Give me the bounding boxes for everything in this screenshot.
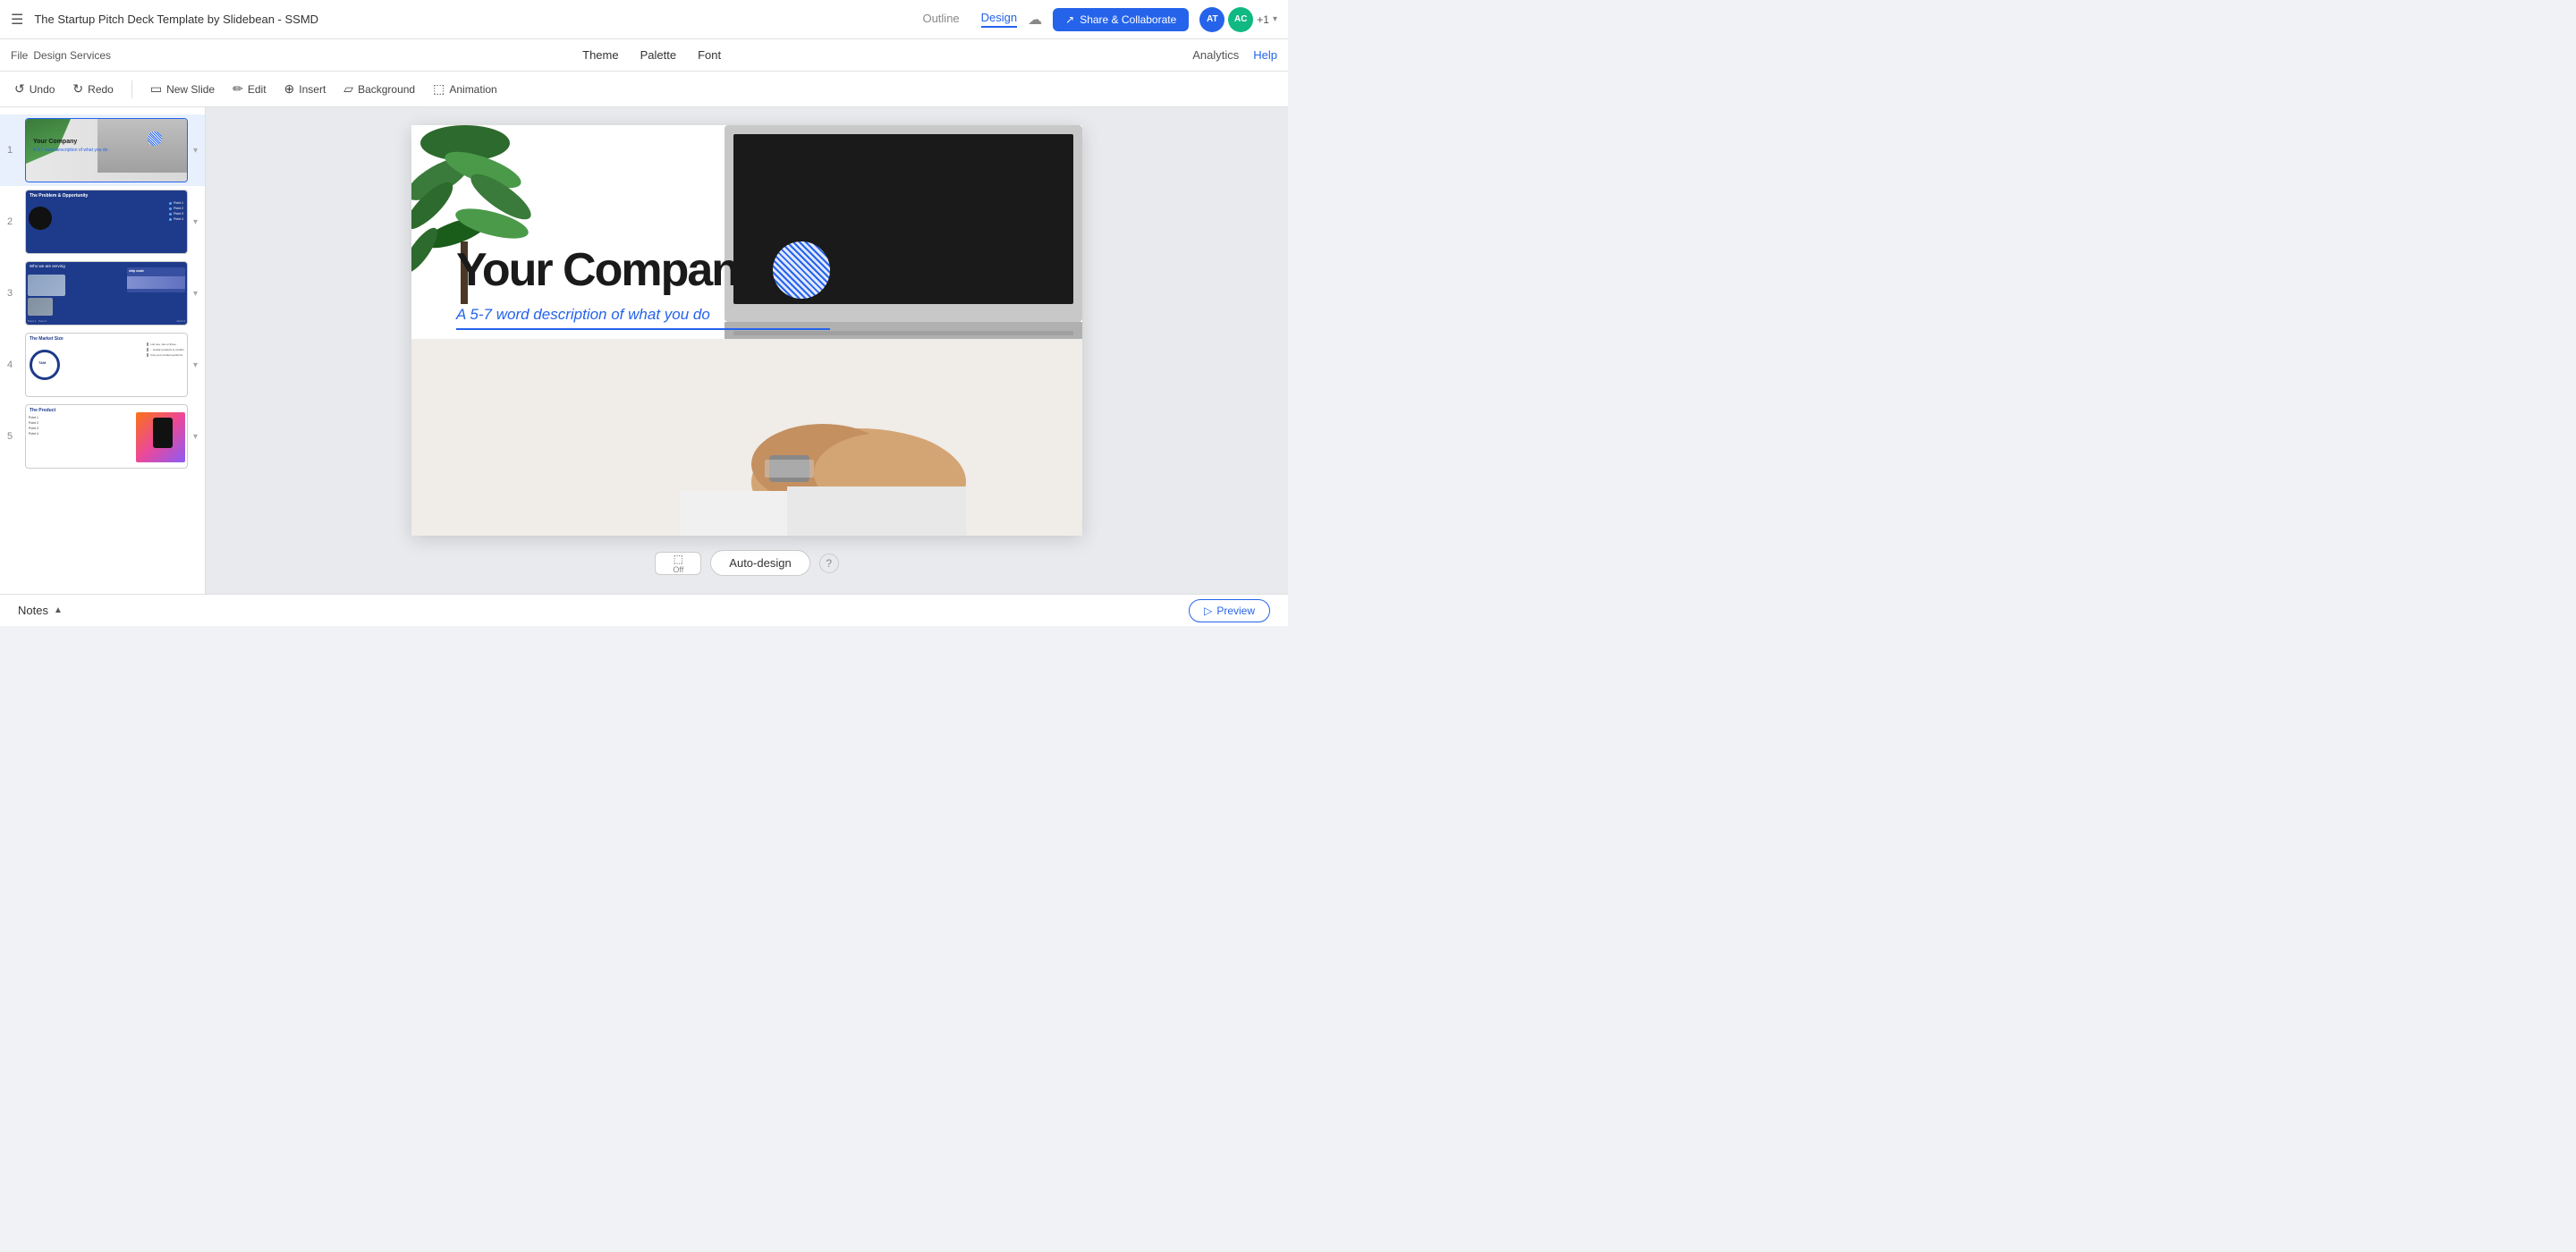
app-title: The Startup Pitch Deck Template by Slide…	[34, 13, 911, 26]
cloud-icon: ☁	[1028, 11, 1042, 29]
animation-button[interactable]: ⬚ Animation	[433, 81, 497, 97]
slide-number-2: 2	[7, 216, 20, 227]
insert-label: Insert	[299, 83, 326, 96]
animation-label: Animation	[449, 83, 496, 96]
edit-button[interactable]: ✏ Edit	[233, 81, 266, 97]
slide-thumb-4: The Market Size TAM List one, two or thr…	[25, 333, 188, 397]
preview-icon: ▷	[1204, 605, 1212, 617]
new-slide-icon: ▭	[150, 81, 162, 97]
redo-button[interactable]: ↻ Redo	[72, 81, 113, 97]
preview-label: Preview	[1216, 605, 1255, 617]
auto-design-bar: ⬚ Off Auto-design ?	[655, 550, 838, 576]
font-tab[interactable]: Font	[698, 48, 721, 62]
toolbar2: File Design Services Theme Palette Font …	[0, 39, 1288, 72]
avatar-at: AT	[1199, 7, 1224, 32]
slide-item-2[interactable]: 2 The Problem & Opportunity Point 1 Poin…	[0, 186, 205, 258]
avatar-ac: AC	[1228, 7, 1253, 32]
slide-number-4: 4	[7, 360, 20, 370]
file-menu-item[interactable]: File	[11, 49, 28, 62]
slide-item-5[interactable]: 5 The Product Point 1 Point 2 Point 3 Po…	[0, 401, 205, 472]
edit-icon: ✏	[233, 81, 243, 97]
chevron-down-icon[interactable]: ▾	[1273, 14, 1277, 24]
notes-chevron-icon[interactable]: ▲	[54, 605, 63, 615]
slides-panel: 1 Your Company A 5-7 word description of…	[0, 107, 206, 594]
notes-left: Notes ▲	[18, 604, 63, 617]
slide-chevron-1: ▾	[193, 146, 198, 156]
auto-design-toggle[interactable]: ⬚ Off	[655, 552, 701, 575]
undo-label: Undo	[30, 83, 55, 96]
menu-icon[interactable]: ☰	[11, 11, 23, 29]
nav-design[interactable]: Design	[981, 11, 1017, 28]
edit-toolbar: ↺ Undo ↻ Redo ▭ New Slide ✏ Edit ⊕ Inser…	[0, 72, 1288, 107]
slide-item-1[interactable]: 1 Your Company A 5-7 word description of…	[0, 114, 205, 186]
background-icon: ▱	[343, 81, 353, 97]
slide-item-4[interactable]: 4 The Market Size TAM List one, two or t…	[0, 329, 205, 401]
share-label: Share & Collaborate	[1080, 13, 1176, 26]
auto-design-icon: ⬚	[674, 553, 683, 565]
file-menu: File Design Services	[11, 49, 111, 62]
slide-thumb-5: The Product Point 1 Point 2 Point 3 Poin…	[25, 404, 188, 469]
redo-label: Redo	[88, 83, 114, 96]
slide-chevron-2: ▾	[193, 217, 198, 227]
design-services-menu-item[interactable]: Design Services	[33, 49, 111, 62]
header-right: ☁ ↗ Share & Collaborate AT AC +1 ▾	[1028, 7, 1277, 32]
slide-chevron-5: ▾	[193, 432, 198, 442]
header-nav: Outline Design	[922, 11, 1017, 28]
main-content: 1 Your Company A 5-7 word description of…	[0, 107, 1288, 594]
header: ☰ The Startup Pitch Deck Template by Sli…	[0, 0, 1288, 39]
animation-icon: ⬚	[433, 81, 445, 97]
slide-description: A 5-7 word description of what you do	[456, 306, 830, 330]
redo-icon: ↻	[72, 81, 83, 97]
avatar-group: AT AC +1 ▾	[1199, 7, 1277, 32]
help-button[interactable]: Help	[1253, 48, 1277, 62]
auto-design-button[interactable]: Auto-design	[710, 550, 809, 576]
analytics-button[interactable]: Analytics	[1192, 48, 1239, 62]
theme-tab[interactable]: Theme	[582, 48, 618, 62]
undo-icon: ↺	[14, 81, 25, 97]
slide-canvas[interactable]: Your Company A 5-7 word description of w…	[411, 125, 1082, 536]
slide-thumb-1: Your Company A 5-7 word description of w…	[25, 118, 188, 182]
avatar-count: +1	[1257, 13, 1269, 26]
slide-chevron-4: ▾	[193, 360, 198, 370]
share-button[interactable]: ↗ Share & Collaborate	[1053, 8, 1189, 31]
slide-number-1: 1	[7, 145, 20, 156]
slide-thumb-3: Who we are serving ship scale Point 1 Po…	[25, 261, 188, 326]
nav-outline[interactable]: Outline	[922, 12, 959, 27]
insert-button[interactable]: ⊕ Insert	[284, 81, 326, 97]
toolbar-divider-1	[131, 80, 132, 98]
share-icon: ↗	[1065, 13, 1074, 26]
preview-button[interactable]: ▷ Preview	[1189, 599, 1270, 622]
auto-design-help-button[interactable]: ?	[819, 554, 839, 573]
background-label: Background	[358, 83, 415, 96]
slide-number-3: 3	[7, 288, 20, 299]
new-slide-label: New Slide	[166, 83, 215, 96]
new-slide-button[interactable]: ▭ New Slide	[150, 81, 215, 97]
slide-chevron-3: ▾	[193, 289, 198, 299]
slide-thumb-2: The Problem & Opportunity Point 1 Point …	[25, 190, 188, 254]
background-button[interactable]: ▱ Background	[343, 81, 415, 97]
toolbar2-center: Theme Palette Font	[125, 48, 1178, 62]
slide-company-name: Your Company	[456, 243, 762, 297]
slide-item-3[interactable]: 3 Who we are serving ship scale Point 1 …	[0, 258, 205, 329]
auto-design-off-label: Off	[673, 565, 683, 574]
palette-tab[interactable]: Palette	[640, 48, 676, 62]
edit-label: Edit	[248, 83, 267, 96]
notes-bar: Notes ▲ ▷ Preview	[0, 594, 1288, 626]
notes-label: Notes	[18, 604, 48, 617]
insert-icon: ⊕	[284, 81, 295, 97]
toolbar2-right: Analytics Help	[1192, 48, 1277, 62]
canvas-area: Your Company A 5-7 word description of w…	[206, 107, 1288, 594]
slide-number-5: 5	[7, 431, 20, 442]
undo-button[interactable]: ↺ Undo	[14, 81, 55, 97]
